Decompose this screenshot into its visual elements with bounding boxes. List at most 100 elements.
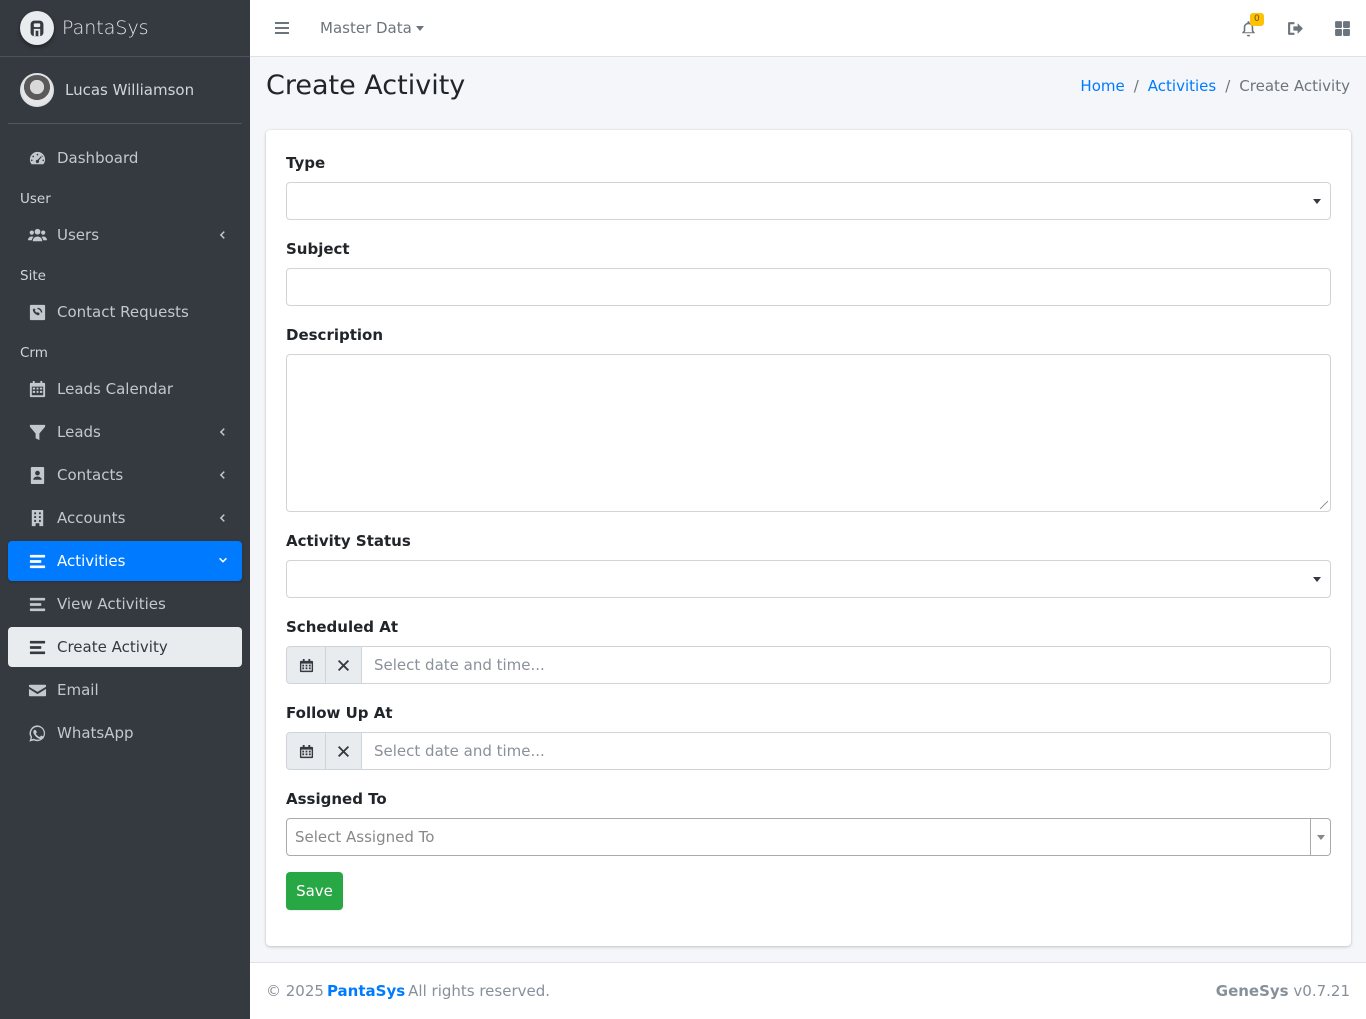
follow-up-at-label: Follow Up At: [286, 704, 393, 722]
nav-header-site: Site: [20, 268, 46, 284]
sidebar-item-create-activity[interactable]: Create Activity: [8, 627, 242, 667]
sidebar-item-label: Contact Requests: [57, 303, 189, 321]
caret-down-icon: [1316, 834, 1325, 840]
version-info: GeneSys v0.7.21: [1216, 982, 1350, 1000]
description-textarea[interactable]: [286, 354, 1331, 512]
sidebar-item-label: Contacts: [57, 466, 124, 484]
caret-down-icon: [415, 26, 424, 31]
user-name[interactable]: Lucas Williamson: [65, 81, 194, 99]
contact-requests-icon: [27, 303, 47, 321]
users-icon: [27, 226, 47, 244]
logout-button[interactable]: [1272, 20, 1319, 37]
scheduled-at-group: Select date and time...: [286, 646, 1331, 684]
sidebar-item-contact-requests[interactable]: Contact Requests: [8, 292, 242, 332]
user-panel[interactable]: Lucas Williamson: [8, 57, 242, 124]
sidebar-item-leads[interactable]: Leads: [8, 412, 242, 452]
calendar-icon: [299, 658, 313, 672]
sidebar-item-contacts[interactable]: Contacts: [8, 455, 242, 495]
notifications-button[interactable]: 0: [1225, 13, 1272, 37]
avatar: [20, 73, 54, 107]
apps-button[interactable]: [1319, 20, 1366, 37]
menu-toggle-button[interactable]: [252, 20, 312, 36]
sidebar: PantaSys Lucas Williamson Dashboard User U…: [0, 0, 250, 1019]
save-button[interactable]: Save: [286, 872, 343, 910]
calendar-icon: [27, 380, 47, 398]
select-arrow[interactable]: [1310, 819, 1330, 855]
sidebar-item-label: View Activities: [57, 595, 166, 613]
assigned-to-placeholder: Select Assigned To: [295, 828, 435, 846]
resize-handle-icon[interactable]: [1320, 501, 1328, 509]
filter-icon: [27, 423, 47, 441]
contact-card-icon: [27, 466, 47, 484]
chevron-down-icon: [1313, 199, 1321, 204]
scheduled-calendar-button[interactable]: [286, 646, 326, 684]
chevron-left-icon: [218, 468, 228, 482]
sidebar-item-whatsapp[interactable]: WhatsApp: [8, 713, 242, 753]
sidebar-item-label: Accounts: [57, 509, 126, 527]
assigned-to-select[interactable]: Select Assigned To: [286, 818, 1331, 856]
activity-status-label: Activity Status: [286, 532, 411, 550]
sidebar-item-label: Create Activity: [57, 638, 168, 656]
breadcrumb-current: Create Activity: [1239, 77, 1350, 95]
whatsapp-icon: [27, 724, 47, 742]
sidebar-item-label: Dashboard: [57, 149, 139, 167]
sidebar-item-activities[interactable]: Activities: [8, 541, 242, 581]
breadcrumb-separator: /: [1133, 77, 1139, 95]
sidebar-item-label: Email: [57, 681, 99, 699]
list-icon: [27, 638, 47, 656]
subject-label: Subject: [286, 240, 350, 258]
follow-up-at-placeholder: Select date and time...: [374, 742, 545, 760]
subject-input[interactable]: [286, 268, 1331, 306]
chevron-left-icon: [218, 228, 228, 242]
product-name: GeneSys: [1215, 982, 1289, 1000]
content-header: Create Activity Home / Activities / Crea…: [266, 70, 1350, 101]
sidebar-item-accounts[interactable]: Accounts: [8, 498, 242, 538]
breadcrumb: Home / Activities / Create Activity: [1080, 77, 1350, 95]
sidebar-item-dashboard[interactable]: Dashboard: [8, 138, 242, 178]
master-data-dropdown[interactable]: Master Data: [320, 19, 424, 37]
version-number: v0.7.21: [1293, 982, 1350, 1000]
follow-up-at-input[interactable]: Select date and time...: [362, 732, 1331, 770]
master-data-label: Master Data: [320, 19, 412, 37]
list-icon: [27, 552, 47, 570]
topbar: Master Data 0: [250, 0, 1366, 57]
breadcrumb-home-link[interactable]: Home: [1080, 77, 1124, 95]
rights-text: All rights reserved.: [408, 982, 551, 1000]
description-label: Description: [286, 326, 384, 344]
hamburger-icon: [275, 22, 289, 34]
sidebar-item-label: WhatsApp: [57, 724, 134, 742]
scheduled-at-placeholder: Select date and time...: [374, 656, 545, 674]
sign-out-icon: [1288, 22, 1303, 35]
sidebar-item-email[interactable]: Email: [8, 670, 242, 710]
notification-count-badge: 0: [1250, 13, 1264, 26]
building-icon: [27, 509, 47, 527]
breadcrumb-activities-link[interactable]: Activities: [1148, 77, 1216, 95]
scheduled-clear-button[interactable]: [326, 646, 362, 684]
brand[interactable]: PantaSys: [0, 0, 250, 57]
close-icon: [337, 659, 350, 671]
breadcrumb-separator: /: [1225, 77, 1231, 95]
follow-up-at-group: Select date and time...: [286, 732, 1331, 770]
create-activity-form: Type Subject Description Activity Status…: [266, 130, 1351, 946]
sidebar-item-label: Leads Calendar: [57, 380, 174, 398]
type-select[interactable]: [286, 182, 1331, 220]
company-link[interactable]: PantaSys: [327, 982, 405, 1000]
scheduled-at-input[interactable]: Select date and time...: [362, 646, 1331, 684]
activity-status-select[interactable]: [286, 560, 1331, 598]
chevron-left-icon: [218, 511, 228, 525]
topbar-actions: 0: [1225, 0, 1366, 57]
chevron-down-icon: [218, 554, 228, 568]
sidebar-item-label: Activities: [57, 552, 126, 570]
calendar-icon: [299, 744, 313, 758]
footer: © 2025 PantaSys All rights reserved. Gen…: [250, 962, 1366, 1019]
scheduled-at-label: Scheduled At: [286, 618, 399, 636]
chevron-left-icon: [218, 425, 228, 439]
assigned-to-label: Assigned To: [286, 790, 387, 808]
followup-calendar-button[interactable]: [286, 732, 326, 770]
followup-clear-button[interactable]: [326, 732, 362, 770]
brand-logo-icon: [20, 11, 54, 45]
sidebar-item-view-activities[interactable]: View Activities: [8, 584, 242, 624]
sidebar-item-leads-calendar[interactable]: Leads Calendar: [8, 369, 242, 409]
sidebar-nav: Dashboard User Users Site Contact Requests Cr…: [0, 138, 250, 753]
sidebar-item-users[interactable]: Users: [8, 215, 242, 255]
